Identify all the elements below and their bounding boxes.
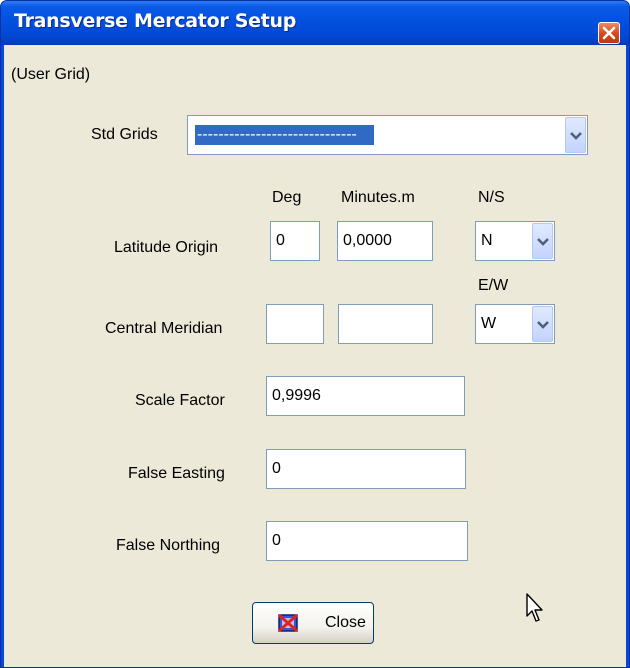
title-bar[interactable]: Transverse Mercator Setup [1, 1, 629, 45]
false-northing-field[interactable]: 0 [266, 521, 468, 561]
latitude-minutes-field[interactable]: 0,0000 [337, 221, 433, 261]
window-title: Transverse Mercator Setup [14, 10, 296, 32]
close-x-icon [602, 26, 616, 40]
chevron-down-icon [570, 132, 582, 140]
ns-header: N/S [478, 189, 505, 206]
latitude-hemisphere-dropdown-button[interactable] [532, 223, 553, 259]
deg-header: Deg [272, 189, 302, 206]
chevron-down-icon [537, 321, 549, 329]
dialog-body: (User Grid) Std Grids ------------------… [4, 45, 626, 667]
meridian-minutes-field[interactable] [338, 304, 433, 344]
scale-factor-label: Scale Factor [135, 392, 225, 409]
std-grids-dropdown-button[interactable] [565, 117, 586, 153]
central-meridian-label: Central Meridian [105, 320, 223, 337]
dialog-window: Transverse Mercator Setup (User Grid) St… [0, 0, 630, 668]
std-grids-selected-value: ------------------------------ [195, 125, 374, 145]
std-grids-dropdown[interactable]: ------------------------------ [187, 115, 588, 155]
close-button-label: Close [325, 614, 366, 631]
latitude-origin-label: Latitude Origin [114, 239, 219, 256]
latitude-hemisphere-select[interactable]: N [475, 221, 555, 261]
meridian-hemisphere-dropdown-button[interactable] [532, 306, 553, 342]
false-easting-field[interactable]: 0 [266, 449, 466, 489]
std-grids-label: Std Grids [91, 126, 158, 143]
chevron-down-icon [537, 238, 549, 246]
latitude-hemisphere-value: N [481, 232, 493, 249]
window-close-button[interactable] [598, 22, 620, 44]
cancel-icon [278, 614, 298, 632]
grid-name-label: (User Grid) [11, 66, 91, 83]
meridian-hemisphere-value: W [481, 315, 497, 332]
meridian-deg-field[interactable] [266, 304, 324, 344]
scale-factor-field[interactable]: 0,9996 [266, 376, 465, 416]
minutes-header: Minutes.m [341, 189, 415, 206]
false-northing-label: False Northing [116, 537, 221, 554]
mouse-pointer-icon [526, 593, 543, 622]
meridian-hemisphere-select[interactable]: W [475, 304, 555, 344]
ew-header: E/W [478, 277, 509, 294]
close-button[interactable]: Close [252, 602, 374, 644]
latitude-deg-field[interactable]: 0 [270, 221, 320, 261]
false-easting-label: False Easting [128, 465, 225, 482]
